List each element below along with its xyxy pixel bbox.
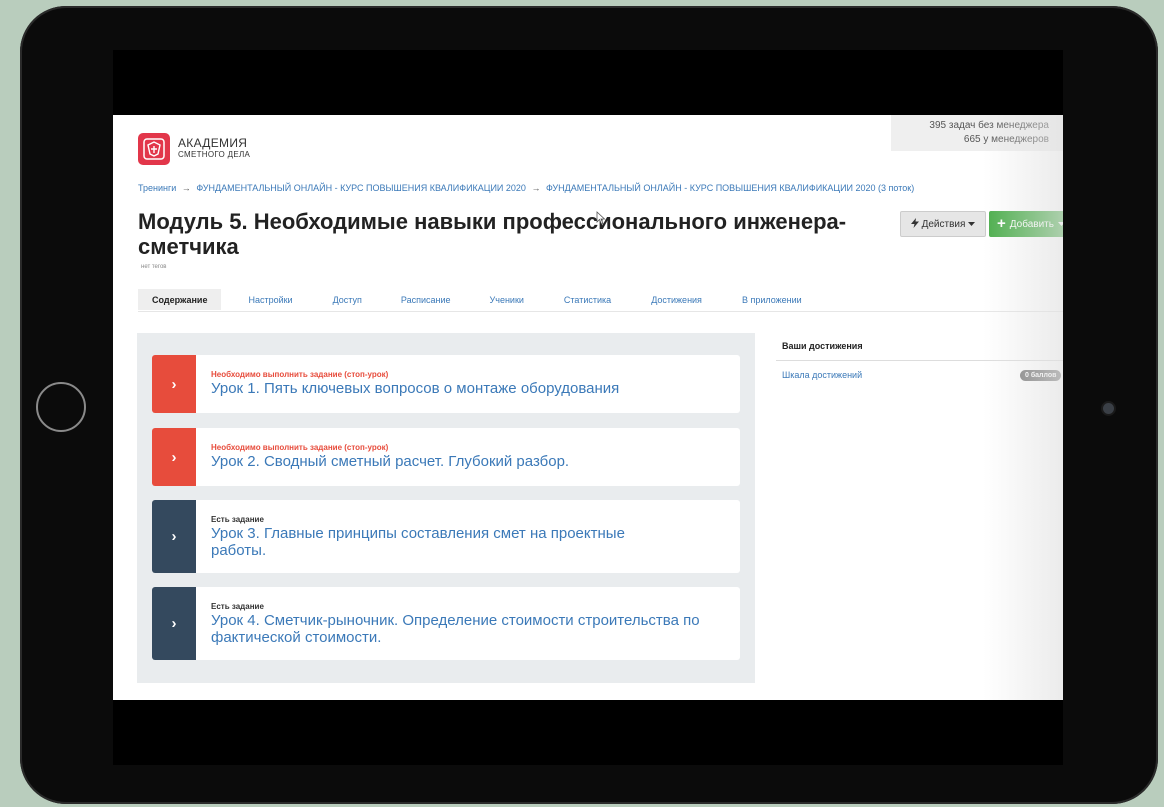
chevron-right-icon[interactable]: › bbox=[152, 355, 196, 413]
camera-lens bbox=[1103, 403, 1114, 414]
breadcrumb: Тренинги → ФУНДАМЕНТАЛЬНЫЙ ОНЛАЙН - КУРС… bbox=[138, 183, 914, 193]
breadcrumb-item-trainings[interactable]: Тренинги bbox=[138, 183, 176, 193]
tablet-screen: АКАДЕМИЯ СМЕТНОГО ДЕЛА 395 задач без мен… bbox=[113, 50, 1063, 765]
lesson-status: Есть задание bbox=[211, 515, 264, 524]
breadcrumb-item-course[interactable]: ФУНДАМЕНТАЛЬНЫЙ ОНЛАЙН - КУРС ПОВЫШЕНИЯ … bbox=[196, 183, 526, 193]
lightning-icon bbox=[910, 217, 919, 231]
lesson-body: Необходимо выполнить задание (стоп-урок)… bbox=[196, 355, 731, 413]
tabs-divider bbox=[138, 311, 1063, 312]
breadcrumb-arrow-icon: → bbox=[181, 183, 191, 193]
tab-achievements[interactable]: Достижения bbox=[651, 289, 702, 310]
chevron-right-icon[interactable]: › bbox=[152, 587, 196, 660]
lesson-body: Есть задание Урок 4. Сметчик-рыночник. О… bbox=[196, 587, 721, 660]
lesson-title[interactable]: Урок 4. Сметчик-рыночник. Определение ст… bbox=[211, 612, 721, 646]
tab-schedule[interactable]: Расписание bbox=[401, 289, 451, 310]
lesson-status: Есть задание bbox=[211, 602, 264, 611]
lesson-status: Необходимо выполнить задание (стоп-урок) bbox=[211, 370, 389, 379]
lesson-card[interactable]: › Есть задание Урок 4. Сметчик-рыночник.… bbox=[152, 587, 740, 660]
tab-in-app[interactable]: В приложении bbox=[742, 289, 802, 310]
lessons-panel: › Необходимо выполнить задание (стоп-уро… bbox=[137, 333, 755, 683]
add-label: Добавить bbox=[1009, 218, 1054, 230]
edge-shading bbox=[983, 115, 1063, 700]
lesson-body: Необходимо выполнить задание (стоп-урок)… bbox=[196, 428, 731, 486]
tab-statistics[interactable]: Статистика bbox=[564, 289, 611, 310]
lesson-card[interactable]: › Необходимо выполнить задание (стоп-уро… bbox=[152, 355, 740, 413]
chevron-right-icon[interactable]: › bbox=[152, 500, 196, 573]
tab-settings[interactable]: Настройки bbox=[248, 289, 292, 310]
assigned-tasks: 665 у менеджеров bbox=[963, 134, 1049, 145]
web-page: АКАДЕМИЯ СМЕТНОГО ДЕЛА 395 задач без мен… bbox=[113, 115, 1063, 700]
achievements-scale-link[interactable]: Шкала достижений bbox=[782, 370, 862, 380]
caret-down-icon bbox=[968, 219, 976, 230]
lesson-status: Необходимо выполнить задание (стоп-урок) bbox=[211, 443, 389, 452]
achievements-divider bbox=[776, 360, 1063, 361]
tags-label: нет тегов bbox=[141, 264, 167, 270]
breadcrumb-item-stream[interactable]: ФУНДАМЕНТАЛЬНЫЙ ОНЛАЙН - КУРС ПОВЫШЕНИЯ … bbox=[546, 183, 914, 193]
chevron-right-icon[interactable]: › bbox=[152, 428, 196, 486]
achievements-header: Ваши достижения bbox=[782, 341, 863, 351]
lesson-card[interactable]: › Необходимо выполнить задание (стоп-уро… bbox=[152, 428, 740, 486]
logo-line-1: АКАДЕМИЯ bbox=[178, 136, 248, 150]
tab-access[interactable]: Доступ bbox=[333, 289, 362, 310]
home-button[interactable] bbox=[36, 382, 86, 432]
plus-icon: + bbox=[997, 215, 1006, 232]
lesson-title[interactable]: Урок 3. Главные принципы составления сме… bbox=[211, 525, 681, 559]
caret-down-icon bbox=[1057, 219, 1063, 230]
unassigned-tasks: 395 задач без менеджера bbox=[929, 120, 1049, 131]
add-button[interactable]: + Добавить bbox=[989, 211, 1063, 237]
breadcrumb-arrow-icon: → bbox=[531, 183, 541, 193]
lesson-title[interactable]: Урок 2. Сводный сметный расчет. Глубокий… bbox=[211, 453, 731, 470]
tab-content[interactable]: Содержание bbox=[138, 289, 222, 310]
task-stats[interactable]: 395 задач без менеджера 665 у менеджеров bbox=[891, 115, 1063, 151]
module-tabs: Содержание Настройки Доступ Расписание У… bbox=[138, 289, 802, 310]
lesson-title[interactable]: Урок 1. Пять ключевых вопросов о монтаже… bbox=[211, 380, 731, 397]
mouse-cursor-icon bbox=[596, 211, 606, 225]
lesson-card[interactable]: › Есть задание Урок 3. Главные принципы … bbox=[152, 500, 740, 573]
logo-emblem-icon bbox=[138, 133, 170, 165]
logo-text: АКАДЕМИЯ СМЕТНОГО ДЕЛА bbox=[178, 136, 251, 160]
points-badge: 0 баллов bbox=[1020, 370, 1062, 381]
actions-button[interactable]: Действия bbox=[900, 211, 986, 237]
site-logo[interactable]: АКАДЕМИЯ СМЕТНОГО ДЕЛА bbox=[138, 133, 250, 165]
lesson-body: Есть задание Урок 3. Главные принципы со… bbox=[196, 500, 681, 573]
logo-line-2: СМЕТНОГО ДЕЛА bbox=[178, 150, 251, 159]
page-title: Модуль 5. Необходимые навыки профессиона… bbox=[138, 209, 847, 259]
tab-students[interactable]: Ученики bbox=[490, 289, 524, 310]
actions-label: Действия bbox=[921, 218, 966, 230]
